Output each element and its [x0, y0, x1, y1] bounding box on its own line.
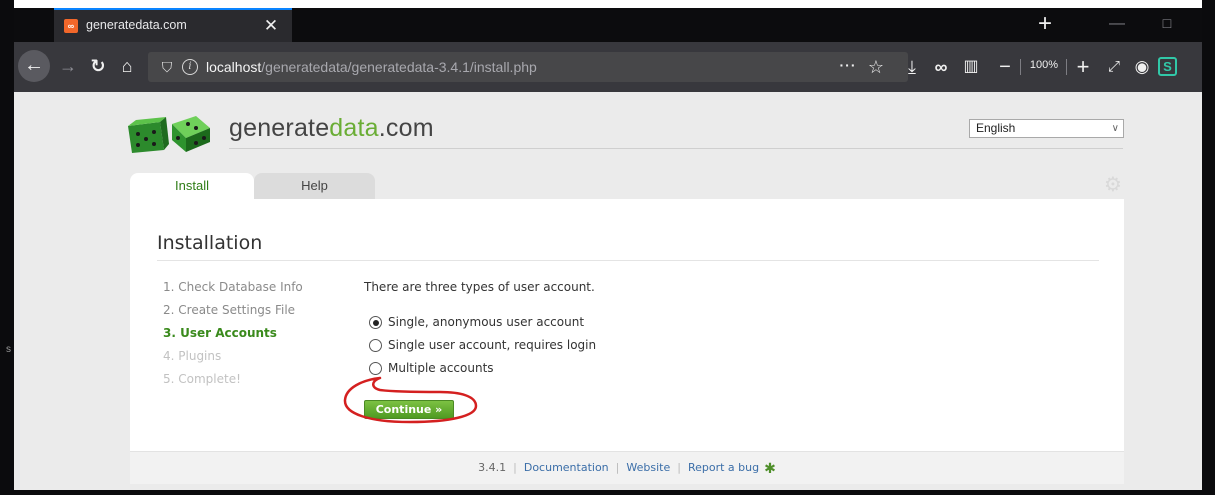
logo-text-suffix: .com [378, 114, 434, 142]
download-icon[interactable]: ⤓ [900, 54, 924, 80]
reload-icon[interactable]: ↻ [86, 54, 110, 78]
left-edge [0, 0, 14, 495]
install-panel [130, 199, 1124, 451]
bottom-edge [0, 490, 1215, 495]
tab-strip: ∞ generatedata.com ✕ + — ☐ [14, 8, 1202, 42]
browser-tab[interactable]: ∞ generatedata.com ✕ [54, 8, 292, 42]
bookmark-star-icon[interactable]: ☆ [864, 56, 888, 78]
url-host: localhost [206, 59, 262, 75]
chevron-down-icon: ∨ [1111, 123, 1119, 134]
url-text[interactable]: localhost/generatedata/generatedata-3.4.… [206, 59, 537, 75]
page-actions-icon[interactable]: ··· [836, 56, 860, 78]
option-single-login[interactable]: Single user account, requires login [369, 338, 619, 356]
tracking-shield-icon[interactable]: ⛉ [158, 58, 176, 76]
red-circle-annotation [343, 376, 478, 424]
extension-icon[interactable]: S [1158, 57, 1177, 76]
minimize-icon[interactable]: — [1102, 10, 1132, 38]
footer-separator: | [615, 461, 620, 474]
zoom-out-icon[interactable]: − [994, 54, 1016, 80]
site-info-icon[interactable]: i [182, 59, 198, 75]
tab-title: generatedata.com [86, 18, 187, 32]
screen: s ∞ generatedata.com ✕ + — ☐ ← → ↻ ⌂ ⛉ i… [0, 0, 1215, 495]
right-edge [1202, 0, 1215, 495]
radio-anonymous[interactable] [369, 316, 382, 329]
toolbar-separator [1066, 59, 1067, 75]
home-icon[interactable]: ⌂ [115, 54, 139, 78]
intro-text: There are three types of user account. [364, 280, 595, 294]
website-link[interactable]: Website [626, 461, 670, 474]
title-divider [157, 260, 1099, 261]
tab-help[interactable]: Help [254, 173, 375, 199]
forward-arrow-icon[interactable]: → [56, 54, 80, 78]
bug-icon[interactable]: ✱ [764, 461, 776, 477]
logo-text-accent: data [329, 114, 379, 142]
step-complete: 5. Complete! [163, 372, 241, 386]
sidebar-icon[interactable]: ▥ [960, 54, 982, 80]
step-user-accounts: 3. User Accounts [163, 326, 277, 340]
report-bug-link[interactable]: Report a bug [688, 461, 759, 474]
dice-logo-icon [128, 116, 210, 153]
zoom-in-icon[interactable]: + [1072, 54, 1094, 80]
option-anonymous[interactable]: Single, anonymous user account [369, 315, 619, 333]
site-logo-text[interactable]: generatedata.com [229, 114, 434, 143]
step-check-database: 1. Check Database Info [163, 280, 303, 294]
infinity-icon[interactable]: ∞ [928, 54, 954, 80]
navigation-toolbar: ← → ↻ ⌂ ⛉ i localhost/generatedata/gener… [14, 42, 1202, 92]
option-label: Single user account, requires login [388, 338, 597, 352]
step-create-settings: 2. Create Settings File [163, 303, 296, 317]
url-bar[interactable]: ⛉ i localhost/generatedata/generatedata-… [148, 52, 908, 82]
close-tab-icon[interactable]: ✕ [259, 14, 283, 38]
footer-links: 3.4.1 | Documentation | Website | Report a bug… [130, 461, 1124, 477]
step-plugins: 4. Plugins [163, 349, 222, 363]
footer-version: 3.4.1 [478, 461, 507, 474]
account-icon[interactable]: ◉ [1130, 54, 1154, 80]
radio-single-login[interactable] [369, 339, 382, 352]
gear-icon: ⚙ [1104, 174, 1122, 196]
maximize-icon[interactable]: ☐ [1152, 10, 1182, 38]
tab-install[interactable]: Install [130, 173, 254, 199]
language-selected: English [976, 121, 1016, 135]
option-label: Single, anonymous user account [388, 315, 585, 329]
logo-text-main: generate [229, 114, 330, 142]
favicon-icon: ∞ [64, 19, 78, 33]
footer-separator: | [677, 461, 681, 474]
back-arrow-icon[interactable]: ← [18, 50, 50, 82]
header-divider [229, 148, 1123, 149]
fullscreen-icon[interactable]: ⤢ [1102, 54, 1126, 80]
new-tab-icon[interactable]: + [1030, 10, 1060, 40]
language-select[interactable]: English ∨ [969, 119, 1124, 138]
zoom-level[interactable]: 100% [1024, 59, 1064, 71]
footer-separator: | [513, 461, 517, 474]
footer: 3.4.1 | Documentation | Website | Report a bug… [130, 451, 1124, 484]
url-path: /generatedata/generatedata-3.4.1/install… [261, 59, 537, 75]
page-title: Installation [157, 232, 263, 254]
edge-char: s [6, 344, 11, 355]
documentation-link[interactable]: Documentation [524, 461, 609, 474]
toolbar-separator [1020, 59, 1021, 75]
